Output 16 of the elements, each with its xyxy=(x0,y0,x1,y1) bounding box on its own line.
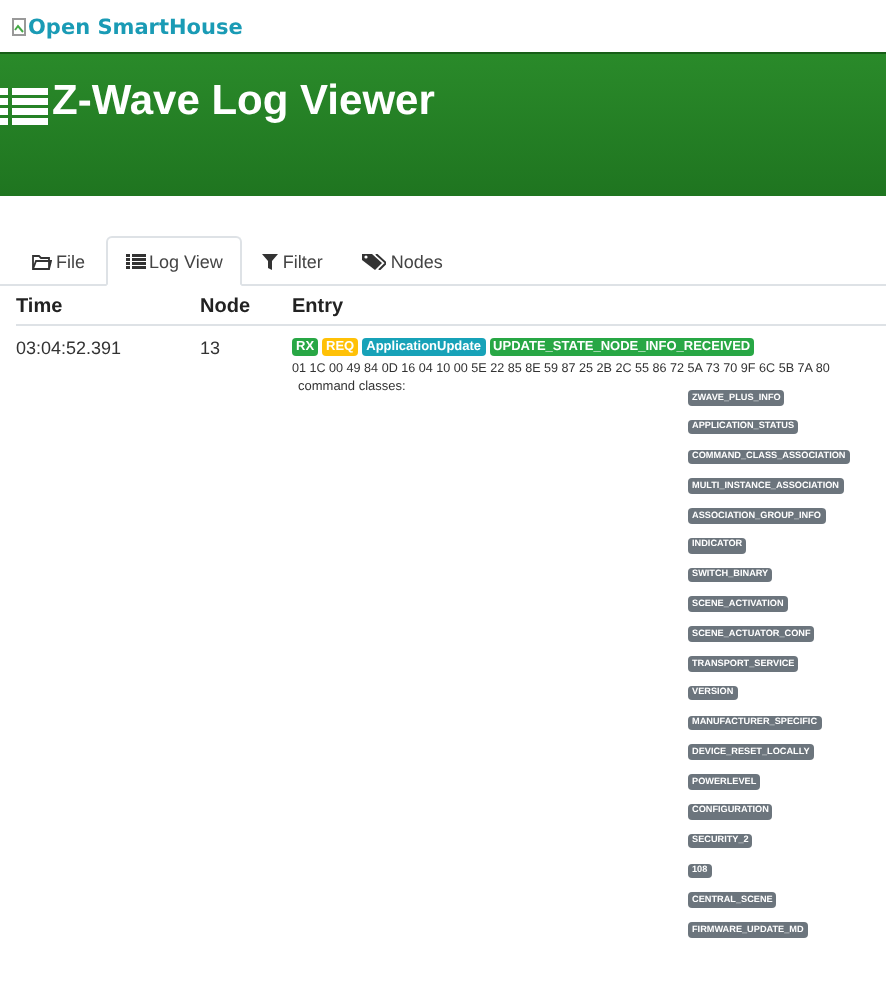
table-cell-text: 03:04:52.391 xyxy=(16,336,124,362)
column-header: Entry xyxy=(292,286,886,326)
tab[interactable]: Log View xyxy=(105,236,243,286)
tab[interactable]: File xyxy=(12,236,106,286)
filter-icon xyxy=(262,253,279,269)
tab[interactable]: Filter xyxy=(242,236,343,286)
table-cell-text: 13 xyxy=(200,336,223,362)
page-title: Z-Wave Log Viewer xyxy=(52,78,435,126)
tab[interactable]: Nodes xyxy=(342,236,463,286)
column-header: Time xyxy=(16,286,200,326)
folder-icon xyxy=(32,253,52,269)
list-icon xyxy=(0,86,48,126)
tags-icon xyxy=(362,253,387,269)
column-header: Node xyxy=(200,286,292,326)
list-icon xyxy=(125,253,146,269)
broken-image-icon xyxy=(12,18,26,36)
